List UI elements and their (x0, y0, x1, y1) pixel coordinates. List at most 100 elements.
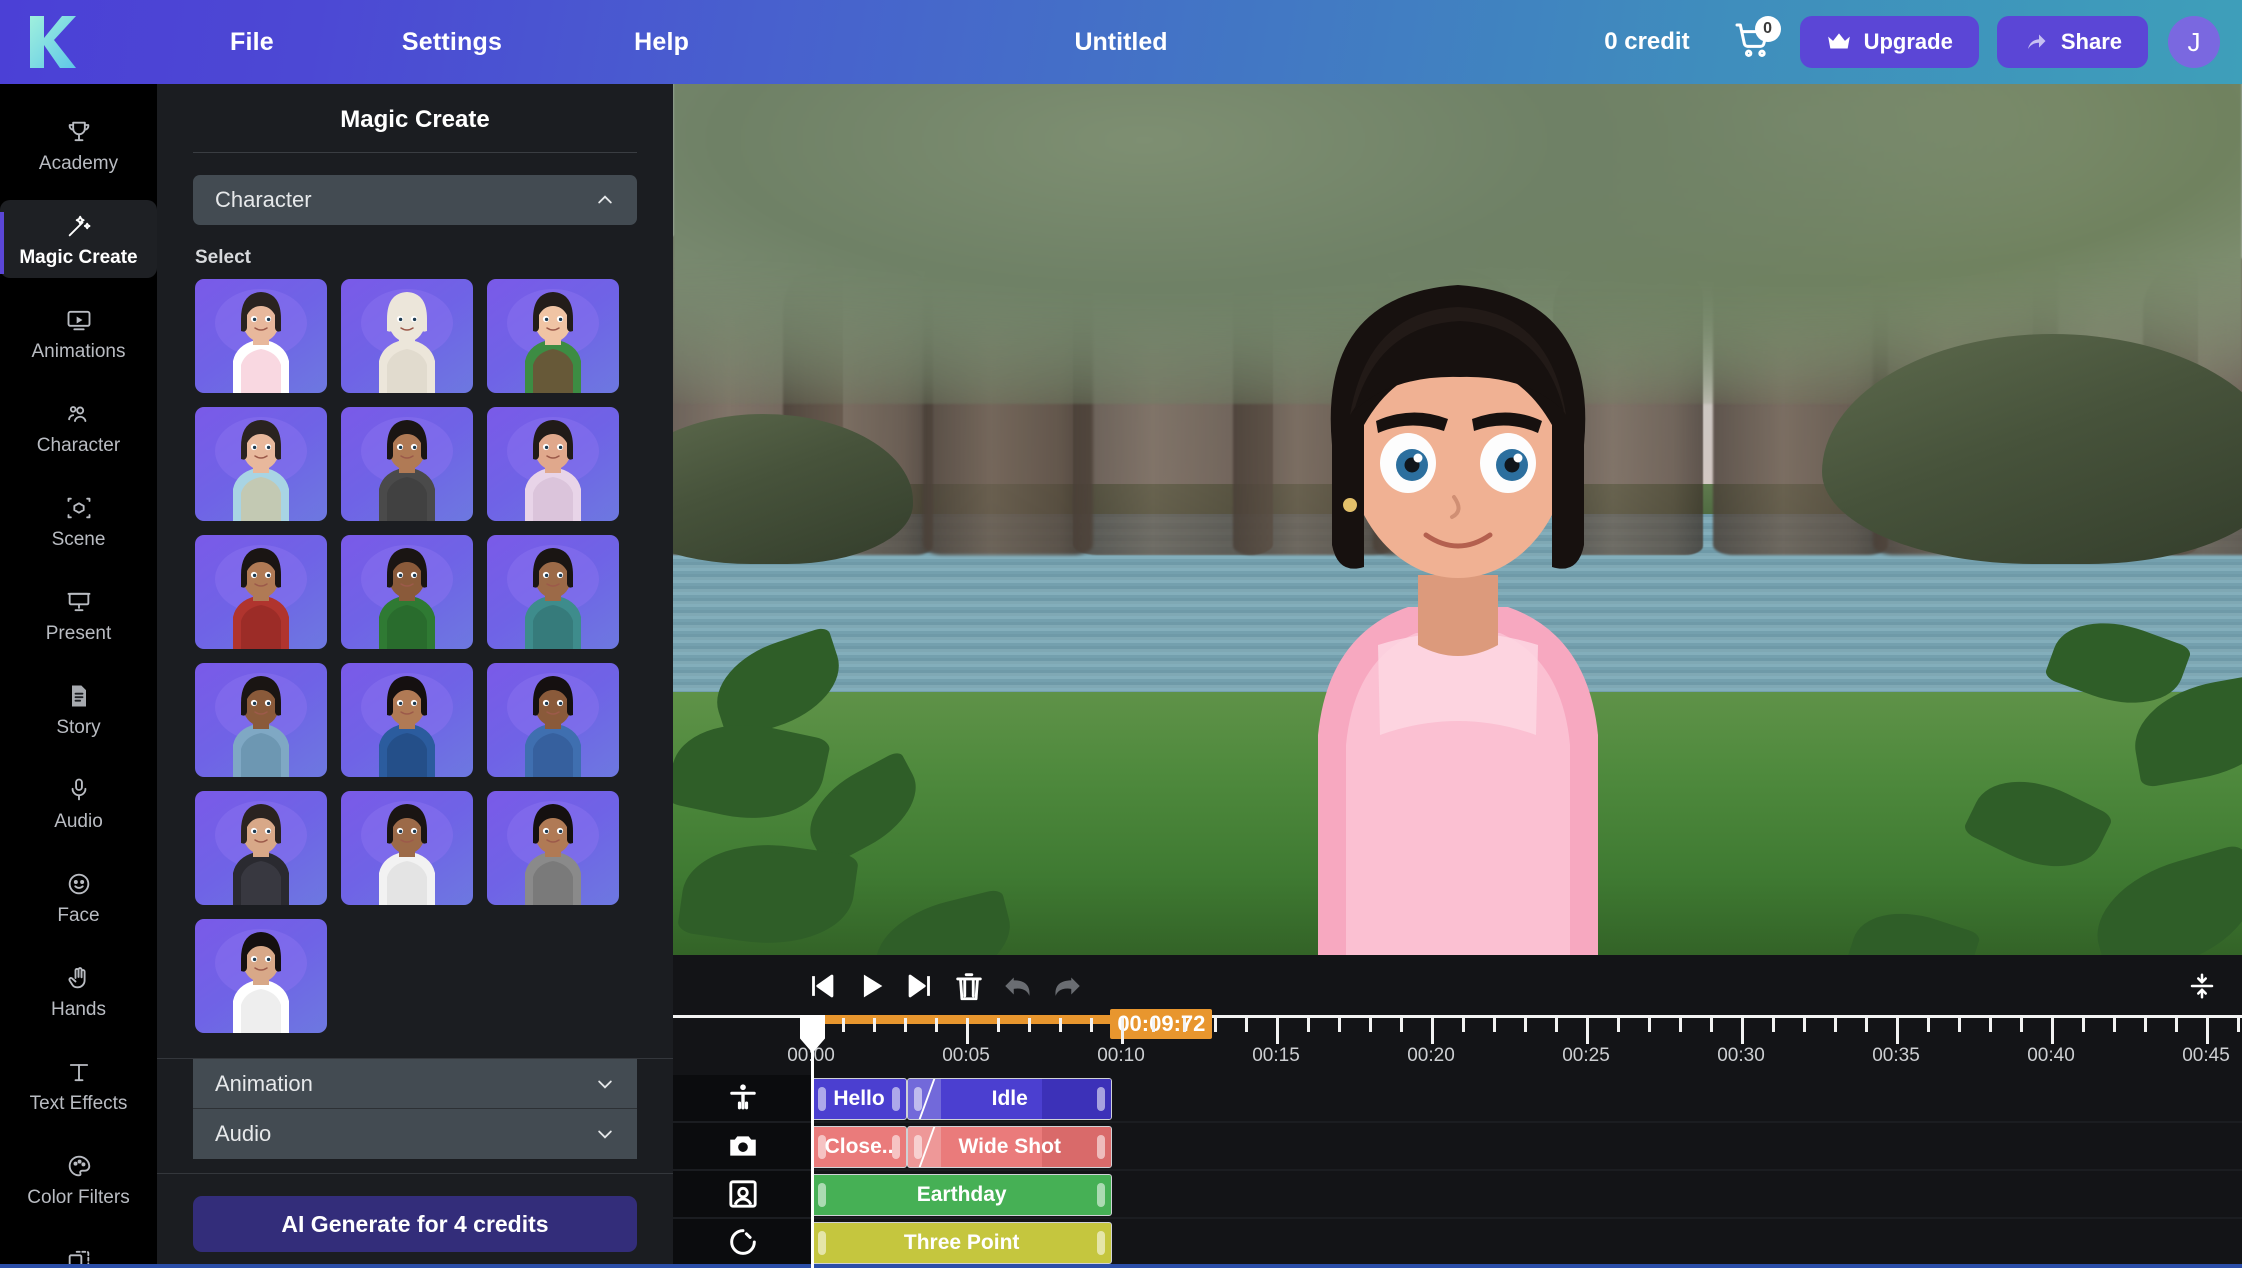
scene-preview[interactable] (673, 84, 2242, 955)
clip-trim-handle-left[interactable] (914, 1135, 922, 1159)
panel-title: Magic Create (157, 84, 673, 152)
character-thumb-skeleton[interactable] (341, 279, 473, 393)
cart-button[interactable]: 0 (1732, 20, 1772, 64)
ruler-tick-minor (2020, 1018, 2023, 1032)
camera-track-header[interactable] (673, 1123, 813, 1169)
sidebar-item-text-effects[interactable]: Text Effects (0, 1046, 157, 1124)
clip-trim-handle-left[interactable] (818, 1183, 826, 1207)
character-thumb-red-shirt-man[interactable] (195, 535, 327, 649)
sidebar-item-audio[interactable]: Audio (0, 764, 157, 842)
sidebar-item-academy[interactable]: Academy (0, 106, 157, 184)
ruler-tick-minor (2237, 1018, 2240, 1032)
character-thumb-purple-raised-arm[interactable] (195, 919, 327, 1033)
sidebar-item-character[interactable]: Character (0, 388, 157, 466)
scene-track-header[interactable] (673, 1171, 813, 1217)
timeline-clip[interactable]: Wide Shot (907, 1126, 1112, 1168)
clip-label: Earthday (917, 1183, 1007, 1207)
character-thumb-elf-waving[interactable] (487, 279, 619, 393)
jump-to-start-button[interactable] (802, 967, 842, 1005)
clip-trim-handle-right[interactable] (1097, 1183, 1105, 1207)
sidebar-item-hands[interactable]: Hands (0, 952, 157, 1030)
animation-track-header[interactable] (673, 1075, 813, 1121)
menu-settings[interactable]: Settings (382, 20, 522, 65)
ruler-tick-minor (1307, 1018, 1310, 1032)
lighting-track-header[interactable] (673, 1219, 813, 1265)
ruler-tick-minor (1338, 1018, 1341, 1032)
character-thumb-arms-crossed-woman[interactable] (487, 407, 619, 521)
character-dropdown[interactable]: Character (193, 175, 637, 225)
character-thumb-suit-man-thinking[interactable] (341, 407, 473, 521)
presentation-icon (0, 588, 157, 616)
timeline-clip[interactable]: Three Point (811, 1222, 1112, 1264)
character-thumb-blue-jersey-pointing[interactable] (341, 663, 473, 777)
avatar[interactable]: J (2168, 16, 2220, 68)
timeline-range-bar[interactable] (811, 1015, 1112, 1024)
undo-button[interactable] (998, 967, 1038, 1005)
clip-trim-handle-right[interactable] (1097, 1231, 1105, 1255)
character-thumb-figure (487, 535, 619, 649)
clip-trim-handle-left[interactable] (818, 1087, 826, 1111)
clip-head-segment (908, 1079, 941, 1119)
ruler-tick-minor (1555, 1018, 1558, 1032)
app-logo[interactable] (0, 14, 100, 70)
timeline-clip[interactable]: Close.. (811, 1126, 907, 1168)
sidebar-item-animations[interactable]: Animations (0, 294, 157, 372)
character-thumb-denim-thinking[interactable] (195, 663, 327, 777)
clip-trim-handle-right[interactable] (892, 1087, 900, 1111)
character-thumb-teal-shirt-person[interactable] (487, 535, 619, 649)
sidebar-item-templates[interactable]: Templates (0, 1234, 157, 1268)
jump-to-end-button[interactable] (900, 967, 940, 1005)
playhead[interactable] (811, 1015, 814, 1268)
ruler-tick-minor (1493, 1018, 1496, 1032)
sidebar-item-magic-create[interactable]: Magic Create (0, 200, 157, 278)
sidebar-item-label: Present (0, 623, 157, 644)
text-t-icon (0, 1058, 157, 1086)
trophy-icon (0, 118, 157, 146)
sidebar-item-present[interactable]: Present (0, 576, 157, 654)
clip-trim-handle-left[interactable] (914, 1087, 922, 1111)
sidebar-item-label: Story (0, 717, 157, 738)
sidebar-item-face[interactable]: Face (0, 858, 157, 936)
character-thumb-lab-coat-woman[interactable] (341, 791, 473, 905)
redo-button[interactable] (1047, 967, 1087, 1005)
animation-track: HelloIdle (673, 1075, 2242, 1123)
character-thumb-figure (341, 663, 473, 777)
timeline-ruler[interactable]: 00:09:72 00:0000:0500:1000:1500:2000:250… (673, 1015, 2242, 1075)
clip-trim-handle-left[interactable] (818, 1231, 826, 1255)
character-thumb-figure (487, 279, 619, 393)
microphone-icon (0, 776, 157, 804)
clip-trim-handle-right[interactable] (1097, 1135, 1105, 1159)
menu-file[interactable]: File (210, 20, 294, 65)
character-thumb-green-dress-woman[interactable] (341, 535, 473, 649)
character-thumb-straw-hat-woman[interactable] (195, 407, 327, 521)
character-thumb-bunny-costume-girl[interactable] (195, 279, 327, 393)
audio-dropdown[interactable]: Audio (193, 1109, 637, 1159)
sidebar-item-color-filters[interactable]: Color Filters (0, 1140, 157, 1218)
delete-button[interactable] (949, 967, 989, 1005)
ruler-tick-label: 00:30 (1717, 1045, 1765, 1067)
clip-trim-handle-right[interactable] (1097, 1087, 1105, 1111)
ruler-tick-minor (2082, 1018, 2085, 1032)
upgrade-button[interactable]: Upgrade (1800, 16, 1979, 68)
share-button[interactable]: Share (1997, 16, 2148, 68)
character-thumb-witch-hat-person[interactable] (195, 791, 327, 905)
clip-label: Close.. (825, 1135, 894, 1159)
play-button[interactable] (851, 967, 891, 1005)
sidebar-item-label: Hands (0, 999, 157, 1020)
character-thumb-blue-polo-man[interactable] (487, 663, 619, 777)
timeline-clip[interactable]: Idle (907, 1078, 1112, 1120)
character-thumb-grey-shirt-shrug[interactable] (487, 791, 619, 905)
sidebar-item-label: Character (0, 435, 157, 456)
sidebar-item-story[interactable]: Story (0, 670, 157, 748)
share-label: Share (2061, 29, 2122, 55)
character-grid-scroll[interactable] (157, 279, 673, 1044)
menu-help[interactable]: Help (614, 20, 709, 65)
sidebar-item-scene[interactable]: Scene (0, 482, 157, 560)
ai-generate-button[interactable]: AI Generate for 4 credits (193, 1196, 637, 1252)
animation-dropdown[interactable]: Animation (193, 1059, 637, 1109)
ruler-tick-minor (1617, 1018, 1620, 1032)
fit-to-screen-button[interactable] (2184, 967, 2220, 1005)
timeline-clip[interactable]: Earthday (811, 1174, 1112, 1216)
cart-badge: 0 (1755, 16, 1781, 42)
timeline-clip[interactable]: Hello (811, 1078, 907, 1120)
